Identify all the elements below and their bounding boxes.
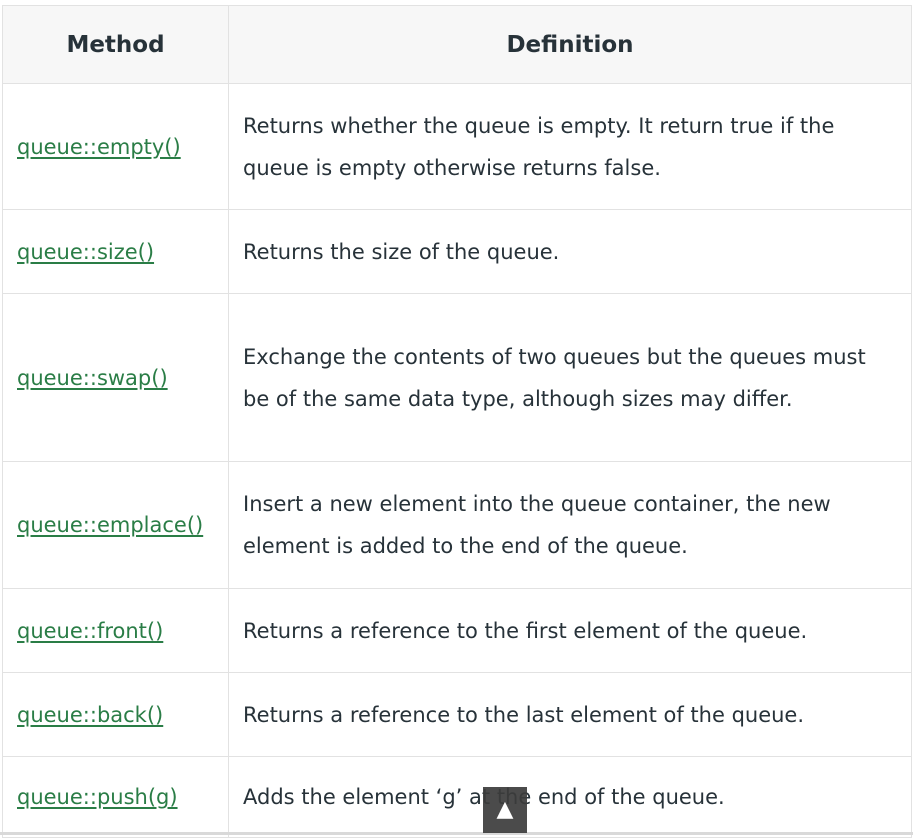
method-cell: queue::size() bbox=[2, 209, 229, 294]
definition-cell: Adds the element ‘g’ at the end of the q… bbox=[228, 756, 912, 838]
method-link-swap[interactable]: queue::swap() bbox=[17, 366, 168, 390]
method-cell: queue::swap() bbox=[2, 293, 229, 462]
scroll-to-top-button[interactable]: ▲ bbox=[483, 787, 527, 833]
method-column-header: Method bbox=[2, 5, 229, 84]
definition-cell: Returns the size of the queue. bbox=[228, 209, 912, 294]
table-row: queue::swap() Exchange the contents of t… bbox=[2, 293, 912, 462]
method-cell: queue::back() bbox=[2, 672, 229, 757]
definition-cell: Returns whether the queue is empty. It r… bbox=[228, 83, 912, 210]
table-row: queue::empty() Returns whether the queue… bbox=[2, 83, 912, 210]
method-link-back[interactable]: queue::back() bbox=[17, 703, 163, 727]
definition-cell: Returns a reference to the last element … bbox=[228, 672, 912, 757]
definition-cell: Insert a new element into the queue cont… bbox=[228, 461, 912, 589]
method-link-emplace[interactable]: queue::emplace() bbox=[17, 513, 203, 537]
method-link-push[interactable]: queue::push(g) bbox=[17, 785, 178, 809]
queue-methods-table: Method Definition queue::empty() Returns… bbox=[2, 5, 912, 838]
method-cell: queue::empty() bbox=[2, 83, 229, 210]
table-header-row: Method Definition bbox=[2, 5, 912, 84]
method-cell: queue::push(g) bbox=[2, 756, 229, 838]
method-link-front[interactable]: queue::front() bbox=[17, 619, 163, 643]
table-row: queue::size() Returns the size of the qu… bbox=[2, 209, 912, 294]
definition-cell: Exchange the contents of two queues but … bbox=[228, 293, 912, 462]
definition-cell: Returns a reference to the first element… bbox=[228, 588, 912, 673]
table-row: queue::emplace() Insert a new element in… bbox=[2, 461, 912, 589]
method-link-empty[interactable]: queue::empty() bbox=[17, 135, 181, 159]
method-cell: queue::front() bbox=[2, 588, 229, 673]
table-row: queue::push(g) Adds the element ‘g’ at t… bbox=[2, 756, 912, 838]
method-cell: queue::emplace() bbox=[2, 461, 229, 589]
table-row: queue::front() Returns a reference to th… bbox=[2, 588, 912, 673]
table-row: queue::back() Returns a reference to the… bbox=[2, 672, 912, 757]
definition-column-header: Definition bbox=[228, 5, 912, 84]
methods-table-container: Method Definition queue::empty() Returns… bbox=[2, 5, 912, 838]
arrow-up-icon: ▲ bbox=[496, 797, 514, 822]
method-link-size[interactable]: queue::size() bbox=[17, 240, 154, 264]
